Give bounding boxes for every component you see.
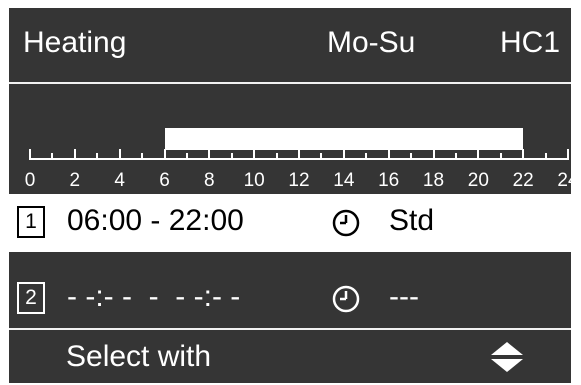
timeline-tick <box>185 153 188 159</box>
timeline-tick <box>410 153 413 159</box>
period-row-2[interactable]: 2 - -:- - - - -:- - --- <box>9 270 571 328</box>
display-header: Heating Mo-Su HC1 <box>9 8 571 84</box>
timeline-tick-label: 16 <box>378 170 400 191</box>
timeline-tick <box>141 153 144 159</box>
period-number-1: 1 <box>17 206 45 238</box>
period-row-1[interactable]: 1 06:00 - 22:00 Std <box>9 194 571 252</box>
select-hint: Select with <box>66 340 212 373</box>
timeline-tick <box>208 149 211 159</box>
timeline-tick <box>253 149 256 159</box>
up-down-arrows-icon[interactable] <box>487 340 527 374</box>
timeline-tick-label: 8 <box>204 170 215 191</box>
timeline-tick <box>73 149 76 159</box>
period-time-range-1: 06:00 - 22:00 <box>67 204 244 237</box>
timeline-tick-label: 12 <box>288 170 310 191</box>
timeline-tick <box>365 153 368 159</box>
timeline-tick-label: 0 <box>24 170 36 191</box>
timeline-tick <box>387 149 390 159</box>
timeline-tick <box>544 153 547 159</box>
thermostat-display: Heating Mo-Su HC1 0 2 4 6 8 10 12 14 16 18 20 22 24 … <box>9 8 579 383</box>
program-title: Heating <box>23 26 127 59</box>
active-heating-bar <box>164 128 524 150</box>
day-timeline: 0 2 4 6 8 10 12 14 16 18 20 22 24 <box>9 118 579 198</box>
timeline-tick <box>342 149 345 159</box>
timeline-tick-label: 2 <box>69 170 81 191</box>
clock-icon <box>332 209 360 237</box>
display-footer: Select with <box>9 328 571 383</box>
timeline-tick-label: 4 <box>114 170 125 191</box>
clock-icon <box>332 285 360 313</box>
timeline-tick <box>29 149 31 159</box>
timeline-tick <box>230 153 233 159</box>
timeline-tick <box>432 149 435 159</box>
period-number-2: 2 <box>17 282 45 314</box>
period-mode-1: Std <box>389 204 435 237</box>
timeline-tick <box>163 149 166 159</box>
timeline-tick <box>298 149 300 159</box>
timeline-tick-label: 18 <box>422 170 445 191</box>
timeline-tick <box>522 149 525 159</box>
timeline-tick-label: 14 <box>333 170 355 191</box>
heating-circuit-label: HC1 <box>500 26 561 59</box>
period-mode-2: --- <box>389 280 419 313</box>
timeline-tick-label: 6 <box>159 170 170 191</box>
timeline-tick <box>275 153 278 159</box>
period-time-range-2: - -:- - - - -:- - <box>67 280 241 313</box>
timeline-tick <box>96 153 99 159</box>
timeline-tick <box>477 149 480 159</box>
timeline-tick <box>118 149 121 159</box>
timeline-tick <box>51 153 54 159</box>
timeline-tick <box>499 153 502 159</box>
timeline-tick-label: 22 <box>512 170 534 191</box>
timeline-tick <box>567 149 569 159</box>
day-range: Mo-Su <box>327 26 416 59</box>
timeline-tick-label: 20 <box>467 170 489 191</box>
timeline-tick <box>454 153 457 159</box>
timeline-tick <box>320 153 323 159</box>
timeline-tick-label: 10 <box>243 170 265 191</box>
timeline-tick-label: 24 <box>557 170 579 191</box>
